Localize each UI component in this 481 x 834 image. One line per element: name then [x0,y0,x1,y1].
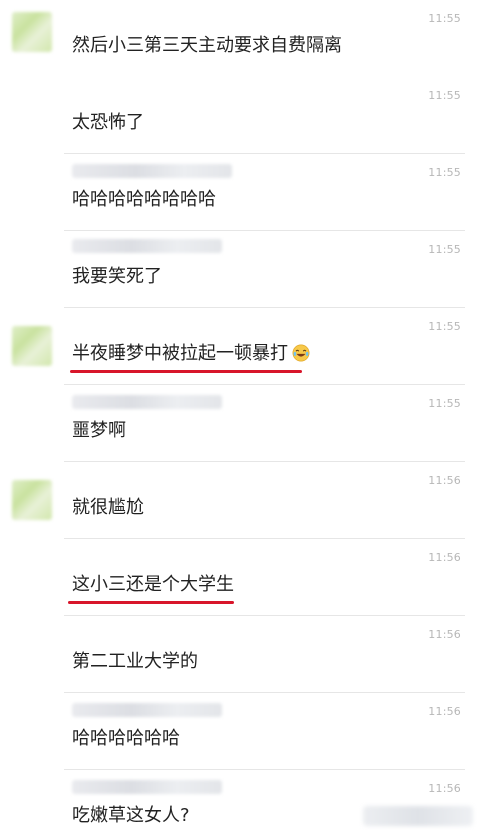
message-text: 我要笑死了 [72,266,162,287]
message-time: 11:56 [428,628,461,641]
message-text: 哈哈哈哈哈哈哈哈 [72,189,216,210]
chat-message: 11:56 这小三还是个大学生 [0,539,481,616]
message-text: 这小三还是个大学生 [72,574,234,595]
message-time: 11:55 [428,243,461,256]
chat-message-list: 11:55 然后小三第三天主动要求自费隔离 11:55 太恐怖了 11:55 哈… [0,0,481,834]
message-time: 11:56 [428,705,461,718]
message-time: 11:55 [428,12,461,25]
message-text: 第二工业大学的 [72,651,198,672]
avatar[interactable] [12,326,52,366]
message-time: 11:56 [428,782,461,795]
message-time: 11:56 [428,474,461,487]
highlight-underline [70,370,302,373]
avatar[interactable] [12,12,52,52]
sender-name-blurred [72,780,222,794]
highlight-underline [68,601,234,604]
laughing-tears-emoji-icon [292,344,310,362]
message-text-wrapper: 半夜睡梦中被拉起一顿暴打 [72,342,310,366]
sender-name-blurred [72,703,222,717]
chat-message: 11:55 半夜睡梦中被拉起一顿暴打 [0,308,481,385]
message-text: 就很尴尬 [72,497,144,518]
message-time: 11:55 [428,397,461,410]
message-time: 11:56 [428,551,461,564]
chat-message: 11:55 噩梦啊 [0,385,481,462]
message-text: 噩梦啊 [72,420,126,441]
sender-name-blurred [72,239,222,253]
sender-name-blurred [72,395,222,409]
chat-message: 11:55 我要笑死了 [0,231,481,308]
chat-message: 11:56 哈哈哈哈哈哈 [0,693,481,770]
message-text: 半夜睡梦中被拉起一顿暴打 [72,343,288,364]
chat-message: 11:55 哈哈哈哈哈哈哈哈 [0,154,481,231]
message-text: 然后小三第三天主动要求自费隔离 [72,35,342,56]
chat-message: 11:55 然后小三第三天主动要求自费隔离 [0,0,481,77]
message-time: 11:55 [428,89,461,102]
message-text: 太恐怖了 [72,112,144,133]
message-text: 吃嫩草这女人? [72,805,190,826]
chat-message: 11:56 第二工业大学的 [0,616,481,693]
sender-name-blurred [72,164,232,178]
watermark-blurred [363,806,473,826]
message-text: 哈哈哈哈哈哈 [72,728,180,749]
chat-message: 11:56 就很尴尬 [0,462,481,539]
chat-message: 11:55 太恐怖了 [0,77,481,154]
message-time: 11:55 [428,166,461,179]
avatar[interactable] [12,480,52,520]
message-time: 11:55 [428,320,461,333]
